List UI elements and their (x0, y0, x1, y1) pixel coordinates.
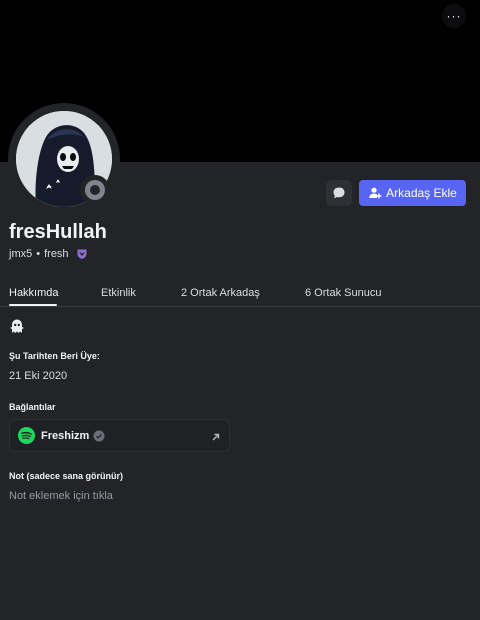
ghost-icon (9, 318, 25, 339)
member-since-title: Şu Tarihten Beri Üye: (9, 351, 100, 361)
separator: • (36, 248, 41, 260)
tabs-divider (0, 306, 480, 307)
add-friend-label: Arkadaş Ekle (386, 186, 457, 200)
display-name: fresHullah (9, 221, 107, 243)
profile-tabs: Hakkımda Etkinlik 2 Ortak Arkadaş 6 Orta… (9, 287, 471, 307)
username-row: jmx5 • fresh (9, 248, 88, 260)
tab-mutual-friends[interactable]: 2 Ortak Arkadaş (181, 287, 260, 299)
more-options-button[interactable]: ··· (442, 4, 466, 28)
status-hole (90, 185, 100, 195)
verified-icon (93, 430, 105, 442)
tab-about[interactable]: Hakkımda (9, 287, 59, 299)
connection-card-spotify[interactable]: Freshizm (9, 419, 230, 452)
spotify-icon (18, 427, 35, 444)
tab-mutual-servers[interactable]: 6 Ortak Sunucu (305, 287, 381, 299)
pronoun-tag: fresh (44, 248, 69, 260)
guild-badge-icon[interactable] (76, 248, 88, 260)
message-icon (333, 187, 345, 199)
connection-name: Freshizm (41, 429, 90, 442)
add-friend-icon (369, 187, 382, 199)
message-button[interactable] (326, 180, 352, 206)
note-input[interactable]: Not eklemek için tıkla (9, 490, 113, 502)
username: jmx5 (9, 248, 33, 260)
connections-title: Bağlantılar (9, 402, 56, 412)
tab-activity[interactable]: Etkinlik (101, 287, 136, 299)
more-icon: ··· (446, 9, 462, 23)
note-title: Not (sadece sana görünür) (9, 471, 124, 481)
add-friend-button[interactable]: Arkadaş Ekle (359, 180, 466, 206)
member-since-value: 21 Eki 2020 (9, 370, 68, 382)
external-link-icon[interactable] (210, 430, 221, 448)
